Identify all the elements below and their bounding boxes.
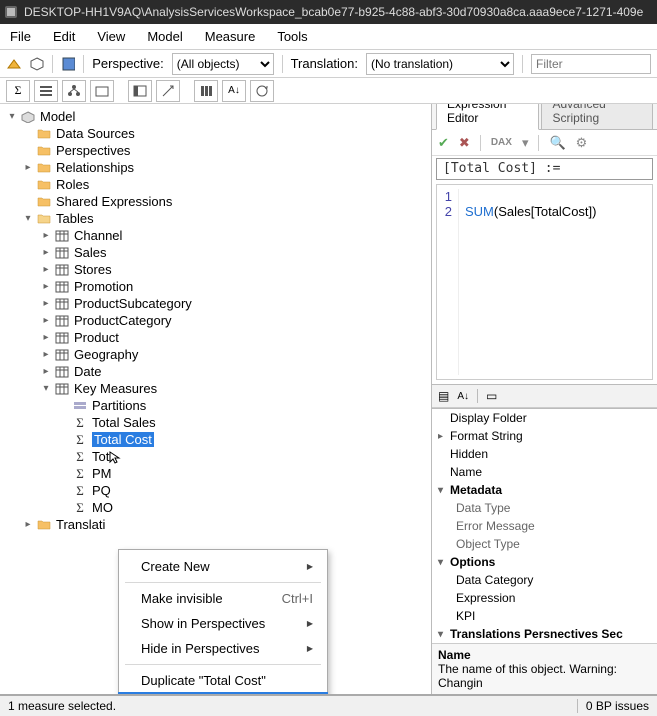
- tree-partitions[interactable]: Partitions: [0, 397, 431, 414]
- menu-edit[interactable]: Edit: [53, 29, 75, 44]
- sigma-icon: Σ: [72, 501, 88, 515]
- tree-tables[interactable]: ▾Tables: [0, 210, 431, 227]
- sort-button[interactable]: A↓: [222, 80, 246, 102]
- separator: [282, 55, 283, 73]
- tree-table-geography[interactable]: ▸Geography: [0, 346, 431, 363]
- app-icon: [4, 5, 18, 19]
- right-tabs: Expression Editor Advanced Scripting: [432, 104, 657, 130]
- menu-tools[interactable]: Tools: [277, 29, 307, 44]
- sigma-icon: Σ: [72, 416, 88, 430]
- formula-bar[interactable]: [Total Cost] :=: [436, 158, 653, 180]
- separator: [125, 664, 321, 665]
- tree-table-stores[interactable]: ▸Stores: [0, 261, 431, 278]
- tree-roles[interactable]: Roles: [0, 176, 431, 193]
- tree-table-key-measures[interactable]: ▾Key Measures: [0, 380, 431, 397]
- tree-translations[interactable]: ▸Translati: [0, 516, 431, 533]
- status-right: 0 BP issues: [577, 699, 657, 713]
- toolbar-main: Perspective: (All objects) Translation: …: [0, 50, 657, 78]
- separator: [125, 582, 321, 583]
- tree-table-promotion[interactable]: ▸Promotion: [0, 278, 431, 295]
- folder-view-button[interactable]: [90, 80, 114, 102]
- ctx-hide-perspectives[interactable]: Hide in Perspectives: [119, 636, 327, 661]
- tree-table-productsubcategory[interactable]: ▸ProductSubcategory: [0, 295, 431, 312]
- refresh-button[interactable]: [250, 80, 274, 102]
- status-left: 1 measure selected.: [0, 699, 124, 713]
- model-tree-panel: ▾Model Data Sources Perspectives ▸Relati…: [0, 104, 432, 694]
- tree-relationships[interactable]: ▸Relationships: [0, 159, 431, 176]
- perspective-label: Perspective:: [92, 56, 164, 71]
- property-description: Name The name of this object. Warning: C…: [432, 643, 657, 694]
- tab-expression-editor[interactable]: Expression Editor: [436, 104, 539, 130]
- context-menu: Create New Make invisibleCtrl+I Show in …: [118, 549, 328, 694]
- title-bar: DESKTOP-HH1V9AQ\AnalysisServicesWorkspac…: [0, 0, 657, 24]
- tab-advanced-scripting[interactable]: Advanced Scripting: [541, 104, 653, 130]
- tree-table-product[interactable]: ▸Product: [0, 329, 431, 346]
- sigma-icon: Σ: [72, 433, 88, 447]
- tree-shared-expressions[interactable]: Shared Expressions: [0, 193, 431, 210]
- menu-model[interactable]: Model: [147, 29, 182, 44]
- gutter: 12: [441, 189, 459, 375]
- tree-perspectives[interactable]: Perspectives: [0, 142, 431, 159]
- format-icon[interactable]: ▾: [522, 135, 529, 151]
- cursor-icon: [107, 450, 121, 464]
- tree-table-productcategory[interactable]: ▸ProductCategory: [0, 312, 431, 329]
- ctx-create-new[interactable]: Create New: [119, 554, 327, 579]
- alpha-sort-icon[interactable]: A↓: [457, 391, 469, 402]
- tree-measure-total-sales[interactable]: ΣTotal Sales: [0, 414, 431, 431]
- tree-measure-total-cost[interactable]: ΣTotal Cost: [0, 431, 431, 448]
- perspective-select[interactable]: (All objects): [172, 53, 274, 75]
- window-title: DESKTOP-HH1V9AQ\AnalysisServicesWorkspac…: [24, 5, 643, 19]
- search-icon[interactable]: 🔍: [549, 135, 565, 151]
- tree-table-sales[interactable]: ▸Sales: [0, 244, 431, 261]
- tree-model[interactable]: ▾Model: [0, 108, 431, 125]
- menu-file[interactable]: File: [10, 29, 31, 44]
- prop-pages-icon[interactable]: ▭: [486, 389, 497, 403]
- panel-button-1[interactable]: [128, 80, 152, 102]
- toolbar-views: Σ A↓: [0, 78, 657, 104]
- code-lines: SUM(Sales[TotalCost]): [459, 189, 596, 375]
- separator: [52, 55, 53, 73]
- ctx-make-invisible[interactable]: Make invisibleCtrl+I: [119, 586, 327, 611]
- tree-measure-trunc-2[interactable]: ΣPM: [0, 465, 431, 482]
- sigma-icon: Σ: [72, 484, 88, 498]
- gear-icon[interactable]: ⚙: [576, 135, 588, 151]
- code-editor[interactable]: 12 SUM(Sales[TotalCost]): [436, 184, 653, 380]
- separator: [522, 55, 523, 73]
- accept-icon[interactable]: ✔: [438, 135, 449, 151]
- categorized-icon[interactable]: ▤: [438, 389, 449, 403]
- tree-table-date[interactable]: ▸Date: [0, 363, 431, 380]
- tree-measure-trunc-3[interactable]: ΣPQ: [0, 482, 431, 499]
- tree-data-sources[interactable]: Data Sources: [0, 125, 431, 142]
- translation-select[interactable]: (No translation): [366, 53, 514, 75]
- list-view-button[interactable]: [34, 80, 58, 102]
- status-bar: 1 measure selected. 0 BP issues: [0, 694, 657, 716]
- sigma-icon: Σ: [72, 450, 88, 464]
- save-icon[interactable]: [61, 56, 76, 72]
- property-grid[interactable]: Display Folder ▸Format String Hidden Nam…: [432, 408, 657, 643]
- tree-measure-trunc-4[interactable]: ΣMO: [0, 499, 431, 516]
- columns-button[interactable]: [194, 80, 218, 102]
- translation-label: Translation:: [291, 56, 358, 71]
- sigma-icon: Σ: [72, 467, 88, 481]
- menu-measure[interactable]: Measure: [205, 29, 256, 44]
- ctx-show-perspectives[interactable]: Show in Perspectives: [119, 611, 327, 636]
- filter-input[interactable]: [531, 54, 651, 74]
- separator: [83, 55, 84, 73]
- cancel-icon[interactable]: ✖: [459, 135, 470, 151]
- dax-icon[interactable]: DAX: [491, 137, 512, 148]
- tree-view-button[interactable]: [62, 80, 86, 102]
- menu-view[interactable]: View: [97, 29, 125, 44]
- panel-button-2[interactable]: [156, 80, 180, 102]
- tree-table-channel[interactable]: ▸Channel: [0, 227, 431, 244]
- editor-toolbar: ✔ ✖ DAX ▾ 🔍 ⚙: [432, 130, 657, 156]
- menu-bar: File Edit View Model Measure Tools: [0, 24, 657, 50]
- property-toolbar: ▤ A↓ ▭: [432, 384, 657, 408]
- cube-icon[interactable]: [29, 56, 44, 72]
- tree-measure-trunc-1[interactable]: ΣTot: [0, 448, 431, 465]
- ctx-delete[interactable]: Delete "Total Cost": [119, 693, 327, 694]
- connect-icon[interactable]: [6, 56, 21, 72]
- sigma-view-button[interactable]: Σ: [6, 80, 30, 102]
- ctx-duplicate[interactable]: Duplicate "Total Cost": [119, 668, 327, 693]
